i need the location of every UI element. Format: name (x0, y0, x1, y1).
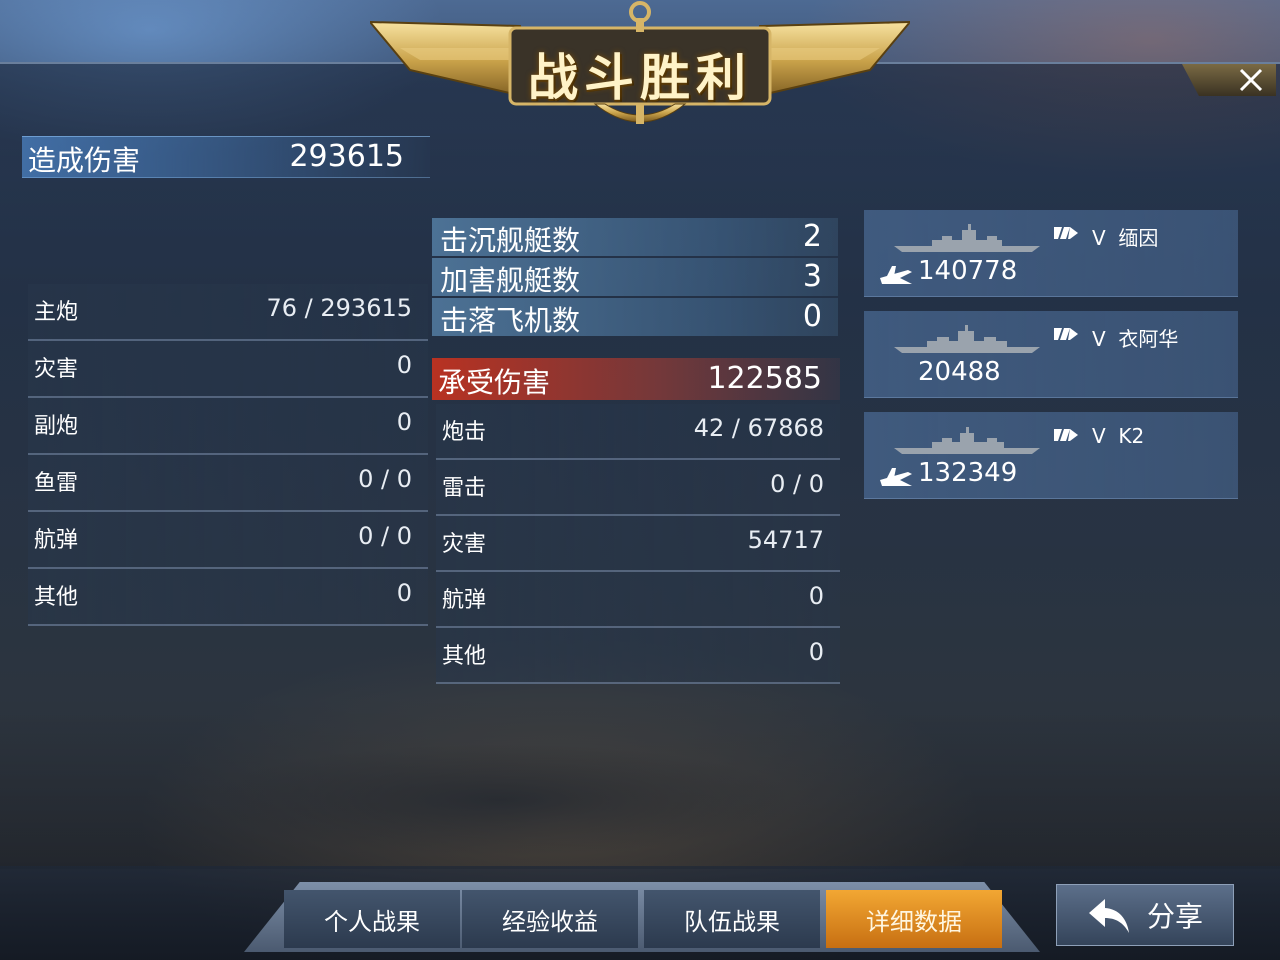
summary-label: 击落飞机数 (440, 304, 581, 337)
list-item: 副炮 0 (28, 398, 428, 455)
stat-value: 0 (396, 408, 412, 436)
list-item: 其他 0 (28, 569, 428, 626)
summary-label: 加害舰艇数 (440, 264, 581, 297)
damage-dealt-value: 293615 (289, 139, 404, 174)
stat-label: 副炮 (34, 414, 79, 439)
stat-label: 其他 (34, 585, 79, 610)
stat-label: 灾害 (34, 357, 79, 382)
damage-taken-label: 承受伤害 (438, 366, 551, 399)
ship-silhouette-icon (894, 427, 1040, 454)
stat-label: 灾害 (442, 532, 487, 557)
stat-value: 0 (396, 579, 412, 607)
stat-value: 76 / 293615 (266, 294, 413, 322)
background-ship (80, 660, 900, 860)
enemy-ship-name: V 衣阿华 (1092, 327, 1179, 351)
stat-label: 主炮 (34, 300, 79, 325)
stat-value: 0 / 0 (770, 470, 824, 498)
ship-silhouette-icon (894, 224, 1040, 252)
ship-silhouette-icon (894, 325, 1040, 353)
list-item: 击落飞机数 0 (432, 298, 838, 337)
enemy-ship-name: V 缅因 (1092, 226, 1159, 250)
summary-value: 2 (802, 219, 822, 254)
rank-icon (1054, 328, 1078, 340)
list-item: 其他 0 (436, 628, 840, 684)
share-label: 分享 (1146, 900, 1203, 933)
summary-value: 3 (802, 259, 822, 294)
tab-personal-results[interactable]: 个人战果 (284, 890, 460, 948)
damage-taken-list: 炮击 42 / 67868 雷击 0 / 0 灾害 54717 航弹 0 其他 … (436, 404, 840, 684)
tab-detailed-data[interactable]: 详细数据 (826, 890, 1002, 948)
damage-dealt-label: 造成伤害 (28, 144, 141, 177)
damage-breakdown-list: 主炮 76 / 293615 灾害 0 副炮 0 鱼雷 0 / 0 航弹 0 /… (28, 284, 428, 626)
stat-label: 航弹 (442, 588, 487, 613)
enemy-ship-list: V 缅因 140778 V 衣阿华 20488 V K2 132349 (864, 210, 1238, 513)
stat-value: 0 (396, 351, 412, 379)
close-icon (1239, 68, 1263, 92)
battle-summary: 击沉舰艇数 2 加害舰艇数 3 击落飞机数 0 (432, 218, 838, 338)
page-title: 战斗胜利 (528, 49, 752, 107)
share-button[interactable]: 分享 (1056, 884, 1234, 946)
list-item: 灾害 54717 (436, 516, 840, 572)
enemy-ship-score: 132349 (918, 458, 1018, 488)
stat-label: 雷击 (442, 476, 487, 501)
list-item: 航弹 0 (436, 572, 840, 628)
summary-label: 击沉舰艇数 (440, 224, 581, 257)
list-item: 航弹 0 / 0 (28, 512, 428, 569)
rank-icon (1054, 429, 1078, 441)
stat-value: 0 (808, 582, 824, 610)
enemy-ship-name: V K2 (1092, 424, 1145, 448)
stat-value: 54717 (747, 526, 824, 554)
damage-taken-value: 122585 (707, 361, 822, 396)
list-item: 雷击 0 / 0 (436, 460, 840, 516)
enemy-ship-card[interactable]: V 衣阿华 20488 (864, 311, 1238, 398)
list-item: 主炮 76 / 293615 (28, 284, 428, 341)
plane-icon (880, 468, 912, 486)
stat-label: 其他 (442, 644, 487, 669)
list-item: 鱼雷 0 / 0 (28, 455, 428, 512)
enemy-ship-card[interactable]: V 缅因 140778 (864, 210, 1238, 297)
enemy-ship-score: 20488 (918, 357, 1001, 387)
rank-icon (1054, 227, 1078, 239)
list-item: 击沉舰艇数 2 (432, 218, 838, 257)
plane-icon (880, 266, 912, 284)
damage-taken-header: 承受伤害 122585 (432, 358, 840, 400)
tab-team-results[interactable]: 队伍战果 (644, 890, 820, 948)
list-item: 炮击 42 / 67868 (436, 404, 840, 460)
stat-value: 0 / 0 (358, 522, 412, 550)
share-arrow-icon (1088, 899, 1129, 933)
list-item: 灾害 0 (28, 341, 428, 398)
enemy-ship-card[interactable]: V K2 132349 (864, 412, 1238, 499)
stat-value: 0 (808, 638, 824, 666)
stat-label: 炮击 (442, 420, 487, 445)
damage-dealt-header: 造成伤害 293615 (22, 136, 430, 178)
victory-emblem: 战斗胜利 (370, 0, 910, 135)
stat-label: 鱼雷 (34, 471, 79, 496)
summary-value: 0 (802, 299, 822, 334)
stat-value: 42 / 67868 (693, 414, 824, 442)
tab-experience[interactable]: 经验收益 (462, 890, 638, 948)
list-item: 加害舰艇数 3 (432, 258, 838, 297)
stat-label: 航弹 (34, 528, 79, 553)
stat-value: 0 / 0 (358, 465, 412, 493)
enemy-ship-score: 140778 (918, 256, 1018, 286)
